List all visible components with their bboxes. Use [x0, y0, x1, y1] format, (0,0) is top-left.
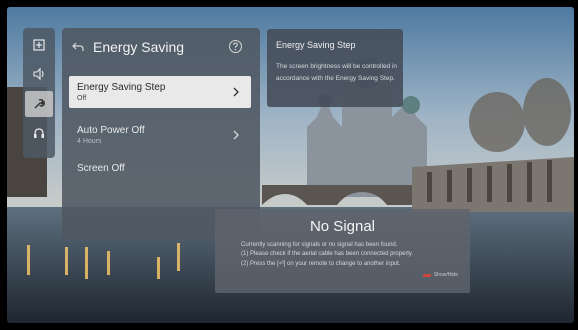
menu-item-label: Screen Off [77, 163, 125, 174]
back-icon[interactable] [71, 40, 85, 54]
no-signal-title: No Signal [309, 218, 376, 235]
sound-icon [33, 67, 44, 81]
no-signal-line: (1) Please check if the aerial cable has… [241, 251, 413, 257]
menu-item-screen-off[interactable]: Screen Off [69, 157, 251, 189]
no-signal-message: No Signal Currently scanning for signals… [215, 209, 470, 293]
settings-sidebar [23, 28, 55, 158]
sidebar-item-sound[interactable] [25, 61, 53, 87]
headset-icon [34, 128, 44, 138]
menu-item-label: Energy Saving Step [77, 82, 166, 93]
tooltip-body: The screen brightness will be controlled… [276, 63, 398, 82]
menu-item-value: 4 Hours [77, 138, 102, 145]
show-hide-hint[interactable]: Show/Hide [422, 272, 458, 278]
sidebar-item-general[interactable] [25, 91, 53, 117]
menu-item-auto-power-off[interactable]: Auto Power Off 4 Hours [69, 119, 251, 151]
no-signal-line: Currently scanning for signals or no sig… [241, 242, 398, 248]
wrench-icon [34, 98, 45, 109]
menu-item-label: Auto Power Off [77, 125, 145, 136]
no-signal-line: (2) Press the [⏎] on your remote to chan… [241, 261, 401, 267]
sidebar-item-picture[interactable] [25, 32, 53, 58]
red-button-icon [422, 273, 431, 277]
page-title: Energy Saving [93, 39, 185, 55]
menu-item-energy-saving-step[interactable]: Energy Saving Step Off [69, 76, 251, 108]
help-icon[interactable] [228, 39, 243, 54]
tv-screen: Energy Saving Energy Saving Step Off Aut… [7, 7, 574, 323]
picture-icon [33, 39, 45, 51]
sidebar-item-support[interactable] [25, 121, 53, 147]
menu-item-value: Off [77, 95, 87, 102]
panel-header: Energy Saving [62, 28, 260, 66]
help-tooltip: Energy Saving Step The screen brightness… [267, 29, 403, 107]
chevron-right-icon [233, 130, 239, 140]
show-hide-label: Show/Hide [433, 272, 458, 278]
tooltip-title: Energy Saving Step [276, 40, 356, 50]
chevron-right-icon [233, 87, 239, 97]
